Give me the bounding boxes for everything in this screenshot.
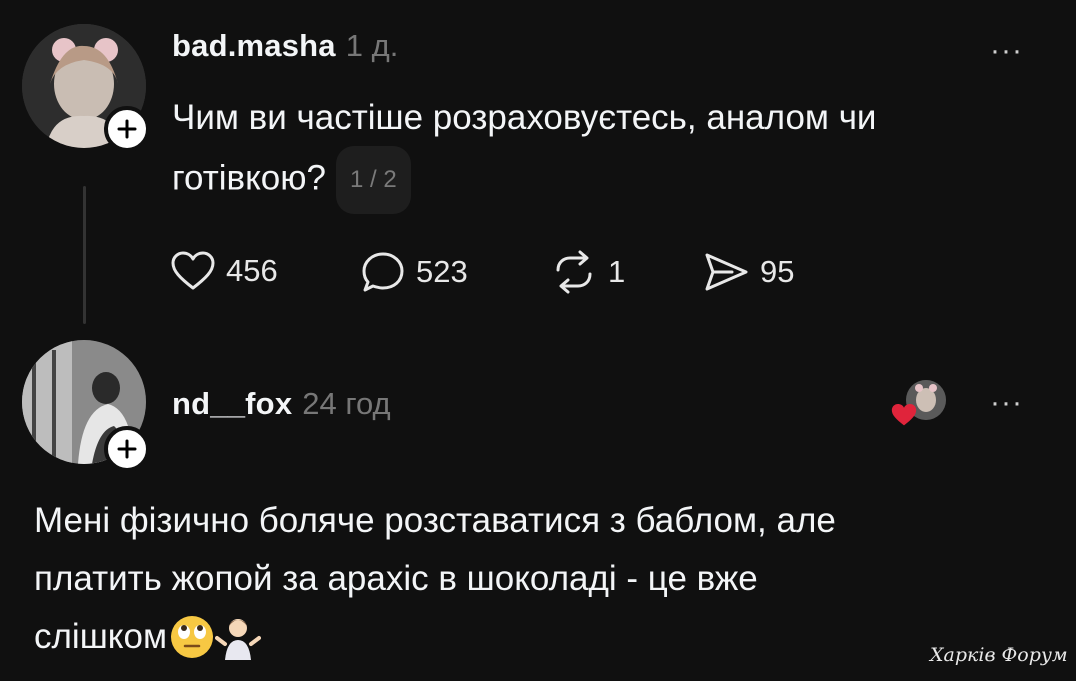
author-liked-indicator — [890, 378, 954, 432]
follow-plus-button[interactable] — [104, 106, 150, 152]
plus-icon — [117, 439, 137, 459]
reply-button[interactable]: 523 — [360, 250, 468, 294]
like-button[interactable]: 456 — [170, 250, 278, 292]
more-icon: ··· — [990, 34, 1023, 67]
post-text-line-2: готівкою? 1 / 2 — [172, 146, 1052, 214]
share-count: 95 — [760, 254, 795, 289]
repost-button[interactable]: 1 — [550, 250, 625, 294]
post-text-line-1: Чим ви частіше розраховуєтесь, аналом чи — [172, 98, 877, 137]
reply-timestamp: 24 год — [302, 386, 391, 421]
comment-icon — [362, 252, 404, 292]
reply-text-line-1: Мені фізично боляче розставатися з бабло… — [34, 501, 836, 540]
post-username[interactable]: bad.masha — [172, 28, 336, 63]
reply-text-line-3: слішком — [34, 608, 1034, 666]
post-header: bad.masha 1 д. — [172, 28, 398, 64]
person-shrugging-emoji-icon — [215, 619, 262, 660]
post-more-button[interactable]: ··· — [990, 34, 1023, 68]
repost-count: 1 — [608, 254, 626, 289]
post-text: Чим ви частіше розраховуєтесь, аналом чи… — [172, 90, 1052, 214]
plus-icon — [117, 119, 137, 139]
reply-more-button[interactable]: ··· — [990, 386, 1023, 420]
page-indicator[interactable]: 1 / 2 — [335, 146, 411, 214]
reply-header: nd__fox 24 год — [172, 386, 391, 422]
reply-text: Мені фізично боляче розставатися з бабло… — [34, 492, 1034, 666]
reply-username[interactable]: nd__fox — [172, 386, 292, 421]
watermark: Харків Форум — [930, 644, 1068, 666]
like-count: 456 — [226, 253, 278, 288]
reply-count: 523 — [416, 254, 468, 289]
post-timestamp: 1 д. — [345, 28, 399, 63]
send-icon — [705, 253, 748, 291]
share-button[interactable]: 95 — [702, 250, 794, 294]
reply-text-line-2: платить жопой за арахіс в шоколаді - це … — [34, 559, 758, 598]
follow-plus-button[interactable] — [104, 426, 150, 472]
more-icon: ··· — [990, 386, 1023, 419]
heart-icon — [171, 251, 215, 290]
repost-icon — [556, 250, 592, 294]
thread-line — [83, 186, 86, 324]
rolling-eyes-emoji-icon — [171, 616, 214, 658]
heart-filled-icon — [891, 404, 917, 426]
